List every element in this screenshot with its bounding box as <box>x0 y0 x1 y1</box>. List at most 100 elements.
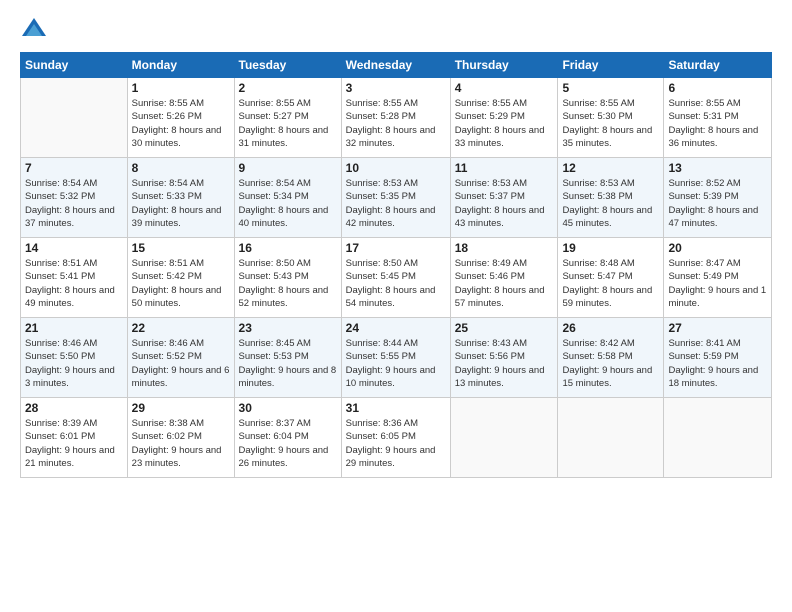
calendar-cell: 1 Sunrise: 8:55 AMSunset: 5:26 PMDaylight… <box>127 78 234 158</box>
day-number: 13 <box>668 161 767 175</box>
day-number: 9 <box>239 161 337 175</box>
calendar-cell: 12Sunrise: 8:53 AMSunset: 5:38 PMDayligh… <box>558 158 664 238</box>
day-number: 8 <box>132 161 230 175</box>
day-number: 19 <box>562 241 659 255</box>
day-info: Sunrise: 8:51 AMSunset: 5:42 PMDaylight:… <box>132 257 230 310</box>
header-thursday: Thursday <box>450 53 558 78</box>
calendar-cell: 5Sunrise: 8:55 AMSunset: 5:30 PMDaylight… <box>558 78 664 158</box>
day-info: Sunrise: 8:37 AMSunset: 6:04 PMDaylight:… <box>239 417 337 470</box>
day-number: 24 <box>346 321 446 335</box>
day-info: Sunrise: 8:50 AMSunset: 5:43 PMDaylight:… <box>239 257 337 310</box>
day-info: Sunrise: 8:38 AMSunset: 6:02 PMDaylight:… <box>132 417 230 470</box>
day-info: Sunrise: 8:50 AMSunset: 5:45 PMDaylight:… <box>346 257 446 310</box>
week-row-4: 21Sunrise: 8:46 AMSunset: 5:50 PMDayligh… <box>21 318 772 398</box>
day-info: Sunrise: 8:41 AMSunset: 5:59 PMDaylight:… <box>668 337 767 390</box>
day-info: Sunrise: 8:55 AMSunset: 5:28 PMDaylight:… <box>346 97 446 150</box>
calendar-cell: 13 Sunrise: 8:52 AMSunset: 5:39 PMDayligh… <box>664 158 772 238</box>
day-number: 29 <box>132 401 230 415</box>
day-number: 14 <box>25 241 123 255</box>
calendar-cell: 3 Sunrise: 8:55 AMSunset: 5:28 PMDaylight… <box>341 78 450 158</box>
day-number: 25 <box>455 321 554 335</box>
header-sunday: Sunday <box>21 53 128 78</box>
calendar-cell: 14Sunrise: 8:51 AMSunset: 5:41 PMDayligh… <box>21 238 128 318</box>
day-info: Sunrise: 8:53 AMSunset: 5:35 PMDaylight:… <box>346 177 446 230</box>
day-info: Sunrise: 8:55 AMSunset: 5:26 PMDaylight:… <box>132 97 230 150</box>
calendar-cell: 23 Sunrise: 8:45 AMSunset: 5:53 PMDayligh… <box>234 318 341 398</box>
calendar-cell: 25 Sunrise: 8:43 AMSunset: 5:56 PMDayligh… <box>450 318 558 398</box>
day-info: Sunrise: 8:53 AMSunset: 5:37 PMDaylight:… <box>455 177 554 230</box>
calendar-cell: 26 Sunrise: 8:42 AMSunset: 5:58 PMDayligh… <box>558 318 664 398</box>
week-row-1: 1 Sunrise: 8:55 AMSunset: 5:26 PMDaylight… <box>21 78 772 158</box>
day-number: 2 <box>239 81 337 95</box>
calendar-cell <box>450 398 558 478</box>
day-number: 28 <box>25 401 123 415</box>
logo <box>20 16 52 44</box>
calendar-cell: 24 Sunrise: 8:44 AMSunset: 5:55 PMDayligh… <box>341 318 450 398</box>
calendar-cell: 27 Sunrise: 8:41 AMSunset: 5:59 PMDayligh… <box>664 318 772 398</box>
calendar-cell: 10 Sunrise: 8:53 AMSunset: 5:35 PMDayligh… <box>341 158 450 238</box>
day-number: 27 <box>668 321 767 335</box>
calendar-cell <box>21 78 128 158</box>
day-info: Sunrise: 8:39 AMSunset: 6:01 PMDaylight:… <box>25 417 123 470</box>
calendar-cell: 19Sunrise: 8:48 AMSunset: 5:47 PMDayligh… <box>558 238 664 318</box>
day-info: Sunrise: 8:42 AMSunset: 5:58 PMDaylight:… <box>562 337 659 390</box>
header-wednesday: Wednesday <box>341 53 450 78</box>
day-info: Sunrise: 8:47 AMSunset: 5:49 PMDaylight:… <box>668 257 767 310</box>
calendar-cell: 30 Sunrise: 8:37 AMSunset: 6:04 PMDayligh… <box>234 398 341 478</box>
calendar-cell: 11 Sunrise: 8:53 AMSunset: 5:37 PMDayligh… <box>450 158 558 238</box>
calendar-cell: 31 Sunrise: 8:36 AMSunset: 6:05 PMDayligh… <box>341 398 450 478</box>
day-info: Sunrise: 8:52 AMSunset: 5:39 PMDaylight:… <box>668 177 767 230</box>
calendar-cell: 16Sunrise: 8:50 AMSunset: 5:43 PMDayligh… <box>234 238 341 318</box>
header-tuesday: Tuesday <box>234 53 341 78</box>
day-info: Sunrise: 8:46 AMSunset: 5:52 PMDaylight:… <box>132 337 230 390</box>
day-number: 23 <box>239 321 337 335</box>
logo-icon <box>20 16 48 44</box>
day-number: 26 <box>562 321 659 335</box>
calendar-cell: 18 Sunrise: 8:49 AMSunset: 5:46 PMDayligh… <box>450 238 558 318</box>
week-row-2: 7 Sunrise: 8:54 AMSunset: 5:32 PMDaylight… <box>21 158 772 238</box>
day-info: Sunrise: 8:49 AMSunset: 5:46 PMDaylight:… <box>455 257 554 310</box>
day-number: 10 <box>346 161 446 175</box>
day-number: 1 <box>132 81 230 95</box>
day-number: 30 <box>239 401 337 415</box>
day-number: 20 <box>668 241 767 255</box>
header-friday: Friday <box>558 53 664 78</box>
calendar-cell <box>558 398 664 478</box>
calendar-header-row: SundayMondayTuesdayWednesdayThursdayFrid… <box>21 53 772 78</box>
calendar-cell: 6 Sunrise: 8:55 AMSunset: 5:31 PMDaylight… <box>664 78 772 158</box>
day-info: Sunrise: 8:36 AMSunset: 6:05 PMDaylight:… <box>346 417 446 470</box>
calendar-cell: 22 Sunrise: 8:46 AMSunset: 5:52 PMDayligh… <box>127 318 234 398</box>
header-monday: Monday <box>127 53 234 78</box>
calendar-cell: 21Sunrise: 8:46 AMSunset: 5:50 PMDayligh… <box>21 318 128 398</box>
day-number: 17 <box>346 241 446 255</box>
calendar-cell: 4Sunrise: 8:55 AMSunset: 5:29 PMDaylight… <box>450 78 558 158</box>
calendar-cell: 20 Sunrise: 8:47 AMSunset: 5:49 PMDayligh… <box>664 238 772 318</box>
day-number: 7 <box>25 161 123 175</box>
day-info: Sunrise: 8:55 AMSunset: 5:31 PMDaylight:… <box>668 97 767 150</box>
day-number: 3 <box>346 81 446 95</box>
day-info: Sunrise: 8:55 AMSunset: 5:29 PMDaylight:… <box>455 97 554 150</box>
calendar-cell: 17 Sunrise: 8:50 AMSunset: 5:45 PMDayligh… <box>341 238 450 318</box>
day-info: Sunrise: 8:54 AMSunset: 5:34 PMDaylight:… <box>239 177 337 230</box>
calendar-cell: 28 Sunrise: 8:39 AMSunset: 6:01 PMDayligh… <box>21 398 128 478</box>
week-row-5: 28 Sunrise: 8:39 AMSunset: 6:01 PMDayligh… <box>21 398 772 478</box>
calendar-cell: 29 Sunrise: 8:38 AMSunset: 6:02 PMDayligh… <box>127 398 234 478</box>
day-info: Sunrise: 8:45 AMSunset: 5:53 PMDaylight:… <box>239 337 337 390</box>
week-row-3: 14Sunrise: 8:51 AMSunset: 5:41 PMDayligh… <box>21 238 772 318</box>
day-number: 22 <box>132 321 230 335</box>
calendar-cell: 2Sunrise: 8:55 AMSunset: 5:27 PMDaylight… <box>234 78 341 158</box>
day-info: Sunrise: 8:44 AMSunset: 5:55 PMDaylight:… <box>346 337 446 390</box>
day-number: 11 <box>455 161 554 175</box>
header <box>20 16 772 44</box>
day-number: 12 <box>562 161 659 175</box>
day-info: Sunrise: 8:55 AMSunset: 5:30 PMDaylight:… <box>562 97 659 150</box>
day-info: Sunrise: 8:54 AMSunset: 5:32 PMDaylight:… <box>25 177 123 230</box>
day-number: 6 <box>668 81 767 95</box>
day-number: 18 <box>455 241 554 255</box>
day-number: 31 <box>346 401 446 415</box>
calendar-cell: 7 Sunrise: 8:54 AMSunset: 5:32 PMDaylight… <box>21 158 128 238</box>
header-saturday: Saturday <box>664 53 772 78</box>
calendar-cell: 8Sunrise: 8:54 AMSunset: 5:33 PMDaylight… <box>127 158 234 238</box>
day-info: Sunrise: 8:43 AMSunset: 5:56 PMDaylight:… <box>455 337 554 390</box>
day-number: 15 <box>132 241 230 255</box>
